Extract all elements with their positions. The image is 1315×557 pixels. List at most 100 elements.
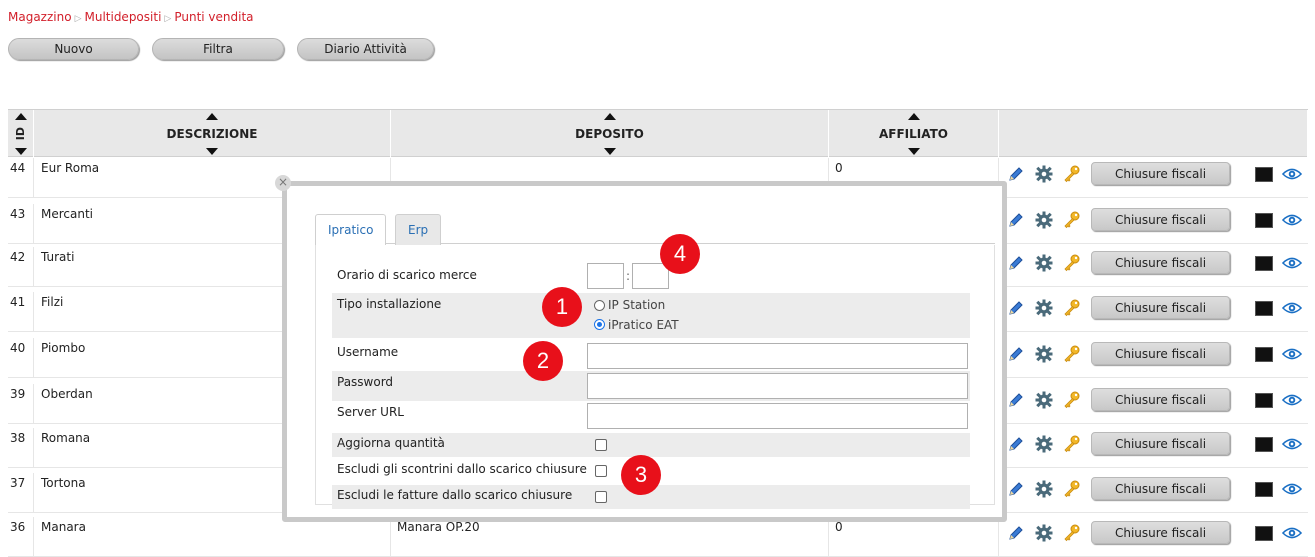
gear-icon[interactable] — [1034, 434, 1054, 454]
fiscal-closures-button[interactable]: Chiusure fiscali — [1091, 162, 1230, 185]
password-input[interactable] — [587, 373, 968, 399]
gear-icon[interactable] — [1034, 523, 1054, 543]
escludi-fatture-checkbox[interactable] — [595, 491, 607, 503]
sort-down-icon[interactable] — [603, 148, 616, 155]
toolbar: Nuovo Filtra Diario Attività — [8, 38, 434, 60]
gear-icon[interactable] — [1034, 344, 1054, 364]
fiscal-closures-button[interactable]: Chiusure fiscali — [1091, 388, 1230, 411]
key-icon[interactable] — [1062, 298, 1082, 318]
key-icon[interactable] — [1062, 479, 1082, 499]
annotation-badge-2: 2 — [523, 341, 563, 381]
eye-icon[interactable] — [1282, 164, 1302, 184]
cell-id: 36 — [8, 517, 34, 557]
gear-icon[interactable] — [1034, 298, 1054, 318]
column-id[interactable]: ID — [8, 110, 34, 158]
tab-erp[interactable]: Erp — [395, 214, 442, 245]
edit-icon[interactable] — [1006, 210, 1026, 230]
aggiorna-checkbox[interactable] — [595, 439, 607, 451]
key-icon[interactable] — [1062, 523, 1082, 543]
minute-input[interactable] — [632, 263, 669, 289]
terminal-icon[interactable] — [1254, 344, 1274, 364]
breadcrumb-separator: ▷ — [164, 14, 172, 24]
edit-icon[interactable] — [1006, 344, 1026, 364]
terminal-icon[interactable] — [1254, 298, 1274, 318]
edit-icon[interactable] — [1006, 253, 1026, 273]
gear-icon[interactable] — [1034, 390, 1054, 410]
cell-description-text: Eur Roma — [41, 161, 100, 175]
key-icon[interactable] — [1062, 344, 1082, 364]
breadcrumb-magazzino[interactable]: Magazzino — [8, 10, 72, 24]
tab-bar: Ipratico Erp — [315, 214, 995, 245]
sort-down-icon[interactable] — [14, 148, 27, 155]
gear-icon[interactable] — [1034, 479, 1054, 499]
key-icon[interactable] — [1062, 390, 1082, 410]
breadcrumb-separator: ▷ — [74, 14, 82, 24]
eye-icon[interactable] — [1282, 298, 1302, 318]
eye-icon[interactable] — [1282, 523, 1302, 543]
sort-down-icon[interactable] — [206, 148, 218, 155]
cell-id: 40 — [8, 338, 34, 378]
sort-up-icon[interactable] — [206, 113, 218, 120]
column-description[interactable]: DESCRIZIONE — [34, 110, 391, 158]
eye-icon[interactable] — [1282, 390, 1302, 410]
key-icon[interactable] — [1062, 434, 1082, 454]
server-url-input[interactable] — [587, 403, 968, 429]
row-username: Username — [332, 341, 970, 371]
sort-up-icon[interactable] — [603, 113, 616, 120]
gear-icon[interactable] — [1034, 164, 1054, 184]
terminal-icon[interactable] — [1254, 523, 1274, 543]
breadcrumb-punti-vendita[interactable]: Punti vendita — [174, 10, 253, 24]
hour-input[interactable] — [587, 263, 624, 289]
eye-icon[interactable] — [1282, 253, 1302, 273]
terminal-icon[interactable] — [1254, 390, 1274, 410]
fiscal-closures-button[interactable]: Chiusure fiscali — [1091, 208, 1230, 231]
username-label: Username — [337, 345, 399, 359]
terminal-icon[interactable] — [1254, 253, 1274, 273]
fiscal-closures-button[interactable]: Chiusure fiscali — [1091, 477, 1230, 500]
edit-icon[interactable] — [1006, 390, 1026, 410]
new-button[interactable]: Nuovo — [8, 38, 139, 60]
fiscal-closures-button[interactable]: Chiusure fiscali — [1091, 521, 1230, 544]
username-input[interactable] — [587, 343, 968, 369]
tab-ipratico[interactable]: Ipratico — [315, 214, 387, 245]
column-affiliate[interactable]: AFFILIATO — [829, 110, 999, 158]
fiscal-closures-button[interactable]: Chiusure fiscali — [1091, 296, 1230, 319]
cell-affiliate: 0 — [829, 517, 999, 557]
activity-diary-button[interactable]: Diario Attività — [297, 38, 434, 60]
fiscal-closures-button[interactable]: Chiusure fiscali — [1091, 432, 1230, 455]
key-icon[interactable] — [1062, 253, 1082, 273]
key-icon[interactable] — [1062, 164, 1082, 184]
close-icon[interactable]: × — [275, 175, 291, 191]
gear-icon[interactable] — [1034, 253, 1054, 273]
radio-ip-station[interactable] — [594, 300, 605, 311]
eye-icon[interactable] — [1282, 479, 1302, 499]
key-icon[interactable] — [1062, 210, 1082, 230]
eye-icon[interactable] — [1282, 344, 1302, 364]
eye-icon[interactable] — [1282, 434, 1302, 454]
sort-up-icon[interactable] — [14, 113, 27, 120]
gear-icon[interactable] — [1034, 210, 1054, 230]
edit-icon[interactable] — [1006, 523, 1026, 543]
eye-icon[interactable] — [1282, 210, 1302, 230]
edit-icon[interactable] — [1006, 298, 1026, 318]
breadcrumb-multidepositi[interactable]: Multidepositi — [84, 10, 161, 24]
row-orario: Orario di scarico merce : — [332, 261, 970, 291]
table-row[interactable]: 36 Manara Manara OP.20 0 Chiusure fiscali — [8, 517, 1308, 557]
cell-deposit: Manara OP.20 — [391, 517, 829, 557]
edit-icon[interactable] — [1006, 434, 1026, 454]
cell-id: 41 — [8, 292, 34, 332]
filter-button[interactable]: Filtra — [152, 38, 284, 60]
terminal-icon[interactable] — [1254, 210, 1274, 230]
terminal-icon[interactable] — [1254, 479, 1274, 499]
edit-icon[interactable] — [1006, 479, 1026, 499]
column-deposit[interactable]: DEPOSITO — [391, 110, 829, 158]
terminal-icon[interactable] — [1254, 434, 1274, 454]
escludi-scontrini-checkbox[interactable] — [595, 465, 607, 477]
terminal-icon[interactable] — [1254, 164, 1274, 184]
fiscal-closures-button[interactable]: Chiusure fiscali — [1091, 251, 1230, 274]
edit-icon[interactable] — [1006, 164, 1026, 184]
sort-down-icon[interactable] — [907, 148, 920, 155]
fiscal-closures-button[interactable]: Chiusure fiscali — [1091, 342, 1230, 365]
radio-ipratico-eat[interactable] — [594, 319, 605, 330]
sort-up-icon[interactable] — [907, 113, 920, 120]
